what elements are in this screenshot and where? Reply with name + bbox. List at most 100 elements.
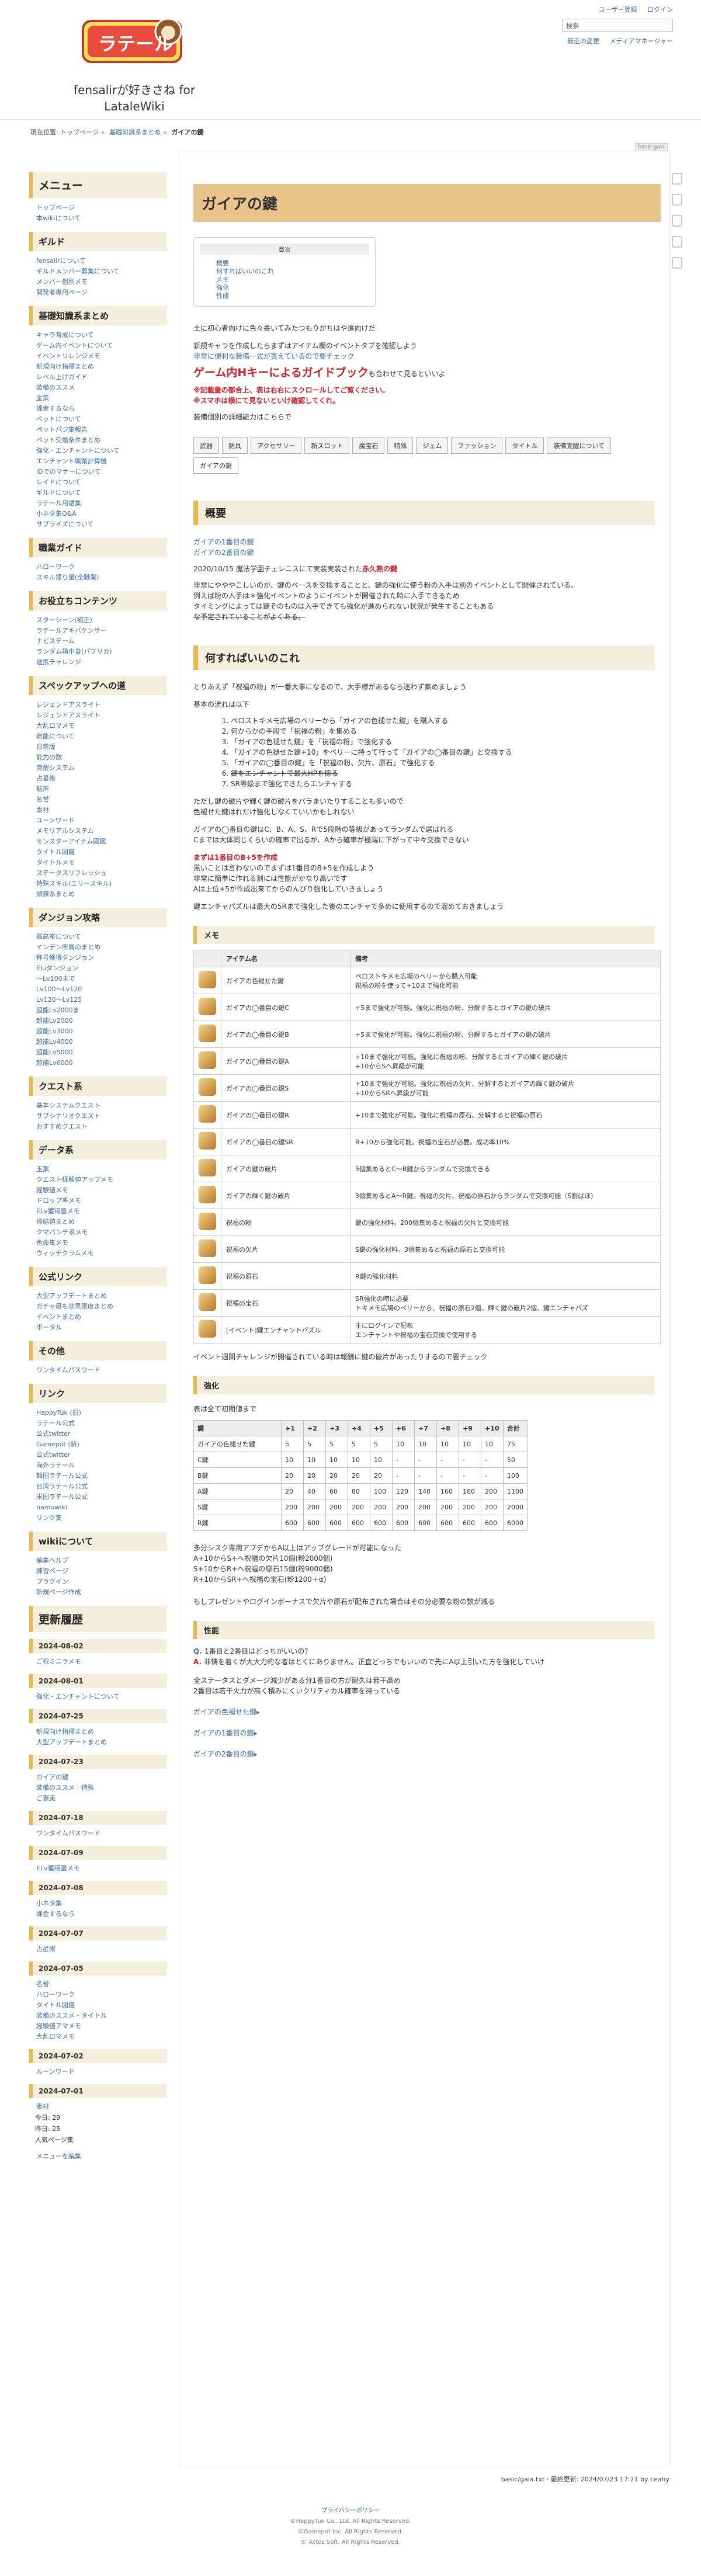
update-item[interactable]: 名誉: [29, 1979, 167, 1990]
sidebar-item[interactable]: ガチャ最も効果限度まとめ: [29, 1301, 167, 1312]
tab-6[interactable]: ジェム: [416, 438, 449, 454]
site-title[interactable]: fensalirが好きさね for LataleWiki: [47, 82, 222, 114]
event-link[interactable]: 非常に便利な装備一式が貰えているので要チェック: [193, 351, 655, 362]
sidebar-item[interactable]: 開発者専用ページ: [29, 287, 167, 298]
toc-item[interactable]: 性能: [200, 292, 369, 300]
update-item[interactable]: ハローワーク: [29, 1990, 167, 2000]
sidebar-item[interactable]: 課金するなら: [29, 404, 167, 414]
sidebar-item[interactable]: 占星術: [29, 773, 167, 784]
sidebar-item[interactable]: ドロップ率メモ: [29, 1196, 167, 1206]
sidebar-item[interactable]: 名誉: [29, 794, 167, 805]
sidebar-item[interactable]: ハローワーク: [29, 562, 167, 572]
sidebar-item[interactable]: 玉薬: [29, 1164, 167, 1175]
media-manager-link[interactable]: メディアマネージャー: [610, 37, 673, 45]
subscribe-icon[interactable]: [672, 236, 682, 248]
sidebar-item[interactable]: 金策: [29, 393, 167, 404]
update-item[interactable]: ご褒美: [29, 1793, 167, 1804]
sidebar-item[interactable]: Eluダンジョン: [29, 963, 167, 974]
update-item[interactable]: 新規向け指標まとめ: [29, 1727, 167, 1737]
sidebar-item[interactable]: 超能Lv2000: [29, 1016, 167, 1026]
sidebar-item[interactable]: イベントリレンジメモ: [29, 351, 167, 362]
update-item[interactable]: ルーンワード: [29, 2067, 167, 2077]
site-logo[interactable]: ラテール: [81, 15, 186, 69]
tab-2[interactable]: アクセサリー: [251, 438, 302, 454]
sidebar-item[interactable]: 公式twitter: [29, 1429, 167, 1439]
update-item[interactable]: ご祝ミニラメモ: [29, 1657, 167, 1667]
sidebar-item[interactable]: 最高室について: [29, 932, 167, 942]
sidebar-item[interactable]: 大型アップデートまとめ: [29, 1291, 167, 1301]
sidebar-item[interactable]: 色命集メモ: [29, 1238, 167, 1248]
sidebar-item[interactable]: ワンタイムパスワード: [29, 1365, 167, 1376]
update-item[interactable]: ELv獲得量メモ: [29, 1863, 167, 1874]
tab-7[interactable]: ファッション: [451, 438, 503, 454]
sidebar-item[interactable]: 基本システムクエスト: [29, 1100, 167, 1111]
perf-link[interactable]: ガイアの色褪せた鍵▸: [193, 1707, 655, 1717]
register-link[interactable]: ユーザー登録: [599, 6, 637, 13]
update-item[interactable]: 課金するなら: [29, 1909, 167, 1919]
sidebar-item[interactable]: 超能Lv2000ま: [29, 1005, 167, 1016]
sidebar-item[interactable]: メモリアルシステム: [29, 826, 167, 836]
sidebar-item[interactable]: スキル振り量(全職業): [29, 572, 167, 583]
sidebar-item[interactable]: 台湾ラテール公式: [29, 1481, 167, 1492]
sidebar-item[interactable]: HappyTuk (旧): [29, 1408, 167, 1418]
sidebar-item[interactable]: ラテール用語集: [29, 498, 167, 509]
tab-3[interactable]: 新スロット: [304, 438, 350, 454]
tab-0[interactable]: 武器: [193, 438, 219, 454]
sidebar-item[interactable]: 本wikiについて: [29, 213, 167, 224]
sidebar-item[interactable]: レベル上げガイド: [29, 372, 167, 383]
tab-4[interactable]: 魔宝石: [352, 438, 385, 454]
sidebar-item[interactable]: メンバー個別メモ: [29, 277, 167, 287]
sidebar-item[interactable]: レイドについて: [29, 477, 167, 488]
access-counter[interactable]: 人気ページ集: [29, 2134, 167, 2145]
breadcrumb-item[interactable]: トップページ: [60, 129, 99, 136]
sidebar-item[interactable]: namuwiki: [29, 1502, 167, 1513]
toc-item[interactable]: 強化: [200, 284, 369, 292]
update-item[interactable]: 装備のススメ・タイトル: [29, 2011, 167, 2021]
revisions-icon[interactable]: [672, 194, 682, 206]
sidebar-item[interactable]: リンク集: [29, 1513, 167, 1523]
perf-link[interactable]: ガイアの2番目の鍵▸: [193, 1749, 655, 1759]
login-link[interactable]: ログイン: [647, 6, 673, 13]
update-item[interactable]: 大型アップデートまとめ: [29, 1737, 167, 1748]
sidebar-item[interactable]: Lv120〜Lv125: [29, 995, 167, 1005]
sidebar-item[interactable]: 連携チャレンジ: [29, 657, 167, 668]
sidebar-item[interactable]: ペットパジ集報告: [29, 425, 167, 435]
update-item[interactable]: ガイアの鍵: [29, 1772, 167, 1783]
sidebar-item[interactable]: サブシナリオクエスト: [29, 1111, 167, 1122]
sidebar-item[interactable]: 超能Lv6000: [29, 1058, 167, 1068]
sidebar-item[interactable]: レジェンドアスライト: [29, 700, 167, 710]
sidebar-item[interactable]: ナビステーム: [29, 636, 167, 647]
sidebar-item[interactable]: 頭錬系まとめ: [29, 889, 167, 900]
sidebar-item[interactable]: ギルドメンバー募集について: [29, 266, 167, 277]
privacy-policy-link[interactable]: プライバシーポリシー: [0, 2506, 701, 2516]
sidebar-item[interactable]: ステータスリフレッシュ: [29, 868, 167, 879]
update-item[interactable]: ワンタイムパスワード: [29, 1828, 167, 1839]
sidebar-item[interactable]: 大乱ロマメモ: [29, 721, 167, 731]
edit-menu-link[interactable]: メニューを編集: [29, 2151, 167, 2162]
perf-link[interactable]: ガイアの1番目の鍵▸: [193, 1728, 655, 1738]
update-item[interactable]: 素材: [29, 2102, 167, 2112]
sidebar-item[interactable]: 超能Lv5000: [29, 1047, 167, 1058]
sidebar-item[interactable]: プラグイン: [29, 1577, 167, 1587]
sidebar-item[interactable]: タイトル図鑑: [29, 847, 167, 857]
update-item[interactable]: 大乱ロマメモ: [29, 2032, 167, 2042]
sidebar-item[interactable]: おすすめクエスト: [29, 1122, 167, 1132]
tab-1[interactable]: 防具: [222, 438, 248, 454]
sidebar-item[interactable]: 新規ページ作成: [29, 1587, 167, 1598]
sidebar-item[interactable]: 編集ヘルプ: [29, 1556, 167, 1566]
sidebar-item[interactable]: 称号獲得ダンジョン: [29, 953, 167, 963]
tab-8[interactable]: タイトル: [505, 438, 544, 454]
update-item[interactable]: 占星術: [29, 1944, 167, 1954]
toc-item[interactable]: メモ: [200, 276, 369, 284]
recent-changes-link[interactable]: 最近の変更: [567, 37, 599, 45]
tab-5[interactable]: 特殊: [387, 438, 414, 454]
sidebar-item[interactable]: ポータル: [29, 1322, 167, 1333]
sidebar-item[interactable]: サプライズについて: [29, 519, 167, 530]
breadcrumb-current[interactable]: ガイアの鍵: [171, 129, 203, 136]
update-item[interactable]: 強化・エンチャントについて: [29, 1692, 167, 1702]
sidebar-item[interactable]: 小ネタ集Q&A: [29, 509, 167, 519]
sidebar-item[interactable]: キャラ育成について: [29, 330, 167, 341]
sidebar-item[interactable]: 強化・エンチャントについて: [29, 446, 167, 456]
sidebar-item[interactable]: 総能について: [29, 731, 167, 742]
sidebar-item[interactable]: エンチャント職業計算機: [29, 456, 167, 467]
